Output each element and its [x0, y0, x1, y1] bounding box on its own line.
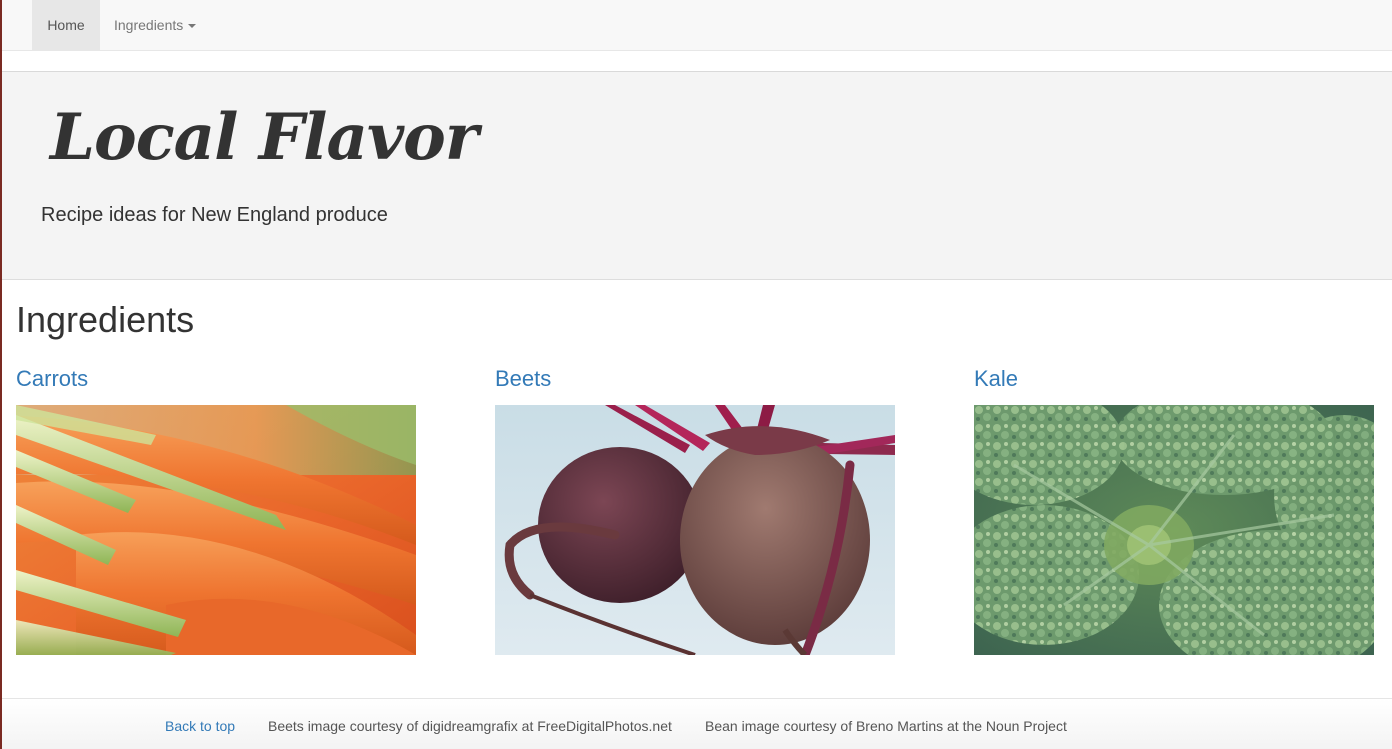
page: Home Ingredients Local Flavor Recipe ide… — [0, 0, 1392, 749]
beets-link[interactable]: Beets — [495, 364, 895, 394]
navbar: Home Ingredients — [2, 0, 1392, 51]
nav-home-link[interactable]: Home — [32, 0, 100, 50]
beets-illustration — [495, 405, 895, 655]
ingredient-card-kale: Kale — [974, 364, 1374, 655]
footer: Back to top Beets image courtesy of digi… — [2, 698, 1392, 749]
kale-image[interactable] — [974, 405, 1374, 655]
nav-ingredients-label: Ingredients — [114, 17, 184, 33]
back-to-top-link[interactable]: Back to top — [165, 717, 235, 735]
nav-ingredients-dropdown[interactable]: Ingredients — [100, 0, 210, 50]
page-title: Ingredients — [16, 299, 195, 340]
caret-down-icon — [188, 24, 197, 29]
nav-home-label: Home — [47, 17, 85, 33]
ingredient-card-beets: Beets — [495, 364, 895, 655]
kale-link[interactable]: Kale — [974, 364, 1374, 394]
kale-illustration — [974, 405, 1374, 655]
beets-image[interactable] — [495, 405, 895, 655]
jumbotron: Local Flavor Recipe ideas for New Englan… — [2, 71, 1392, 280]
site-tagline: Recipe ideas for New England produce — [41, 204, 388, 226]
carrots-illustration — [16, 405, 416, 655]
carrots-image[interactable] — [16, 405, 416, 655]
site-logo: Local Flavor — [50, 100, 479, 175]
carrots-link[interactable]: Carrots — [16, 364, 416, 394]
ingredient-card-carrots: Carrots — [16, 364, 416, 655]
beets-credit-text: Beets image courtesy of digidreamgrafix … — [268, 718, 672, 734]
bean-credit-text: Bean image courtesy of Breno Martins at … — [705, 718, 1067, 734]
